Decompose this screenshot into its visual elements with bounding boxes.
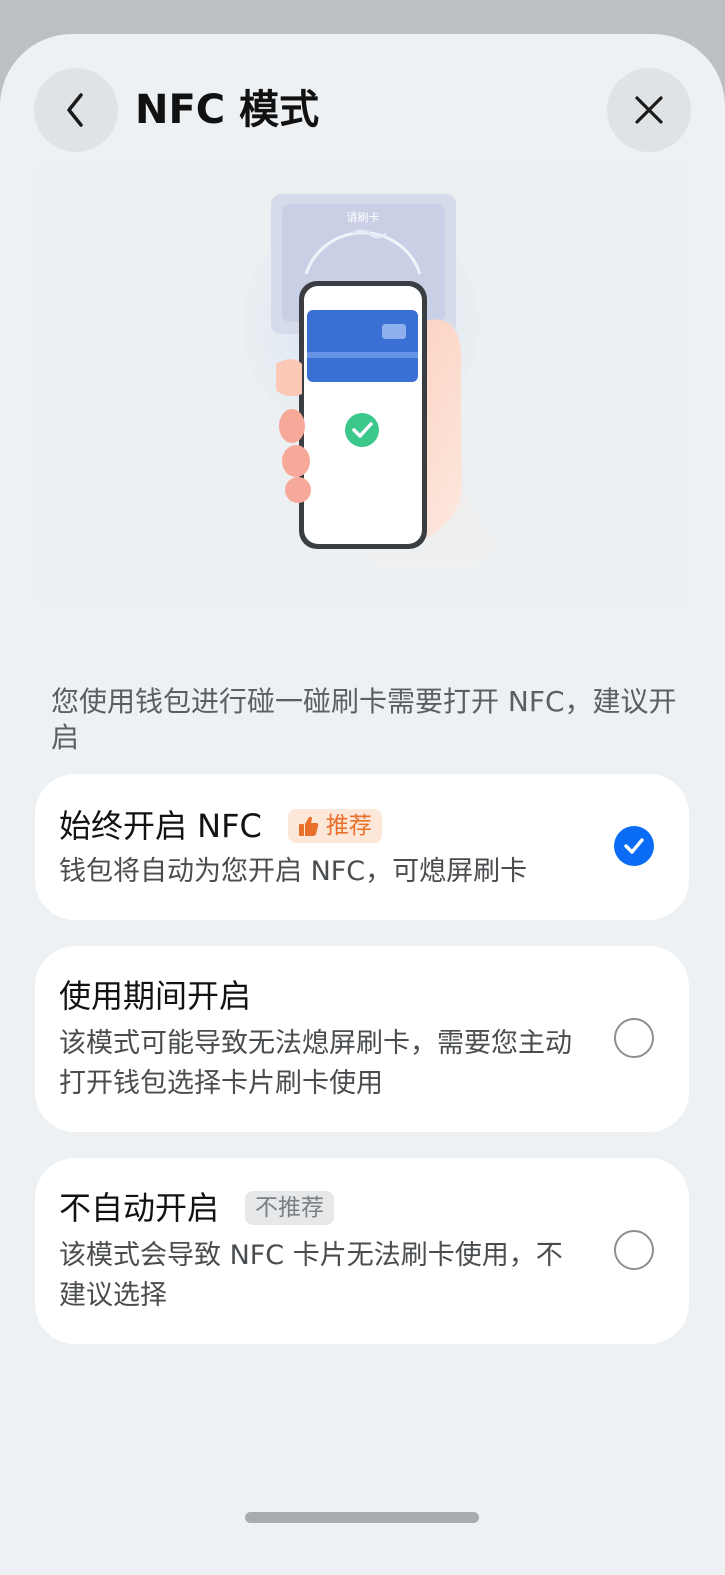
option-never[interactable]: 不自动开启 不推荐 该模式会导致 NFC 卡片无法刷卡使用，不建议选择 [35, 1158, 689, 1344]
thumbs-up-icon [298, 816, 319, 836]
option-title: 不自动开启 不推荐 [59, 1186, 335, 1230]
checkmark-icon [624, 838, 644, 854]
nfc-illustration: 请刷卡 [36, 164, 688, 604]
option-always-on[interactable]: 始终开启 NFC 推荐 钱包将自动为您开启 NFC，可熄屏刷卡 [35, 774, 689, 920]
chevron-left-icon [67, 93, 83, 127]
home-indicator[interactable] [245, 1512, 479, 1523]
radio-unselected[interactable] [614, 1230, 654, 1270]
radio-unselected[interactable] [614, 1018, 654, 1058]
bottom-sheet: NFC 模式 请刷卡 您使用钱包进行碰一碰刷卡需要打开 NFC，建议开启 始终开… [0, 34, 725, 1575]
back-button[interactable] [34, 68, 118, 152]
option-subtitle: 该模式会导致 NFC 卡片无法刷卡使用，不建议选择 [59, 1240, 563, 1311]
option-title: 使用期间开启 [59, 977, 252, 1015]
recommend-badge: 推荐 [287, 809, 382, 843]
reader-label: 请刷卡 [347, 211, 380, 224]
option-subtitle: 钱包将自动为您开启 NFC，可熄屏刷卡 [59, 856, 528, 887]
option-while-using[interactable]: 使用期间开启 该模式可能导致无法熄屏刷卡，需要您主动打开钱包选择卡片刷卡使用 [35, 946, 689, 1132]
option-subtitle: 该模式可能导致无法熄屏刷卡，需要您主动打开钱包选择卡片刷卡使用 [59, 1028, 572, 1099]
page-title: NFC 模式 [135, 87, 320, 133]
option-title: 始终开启 NFC 推荐 [59, 804, 382, 848]
close-icon [635, 96, 663, 124]
close-button[interactable] [607, 68, 691, 152]
not-recommend-badge: 不推荐 [245, 1191, 335, 1225]
description-text: 您使用钱包进行碰一碰刷卡需要打开 NFC，建议开启 [51, 685, 677, 754]
radio-selected[interactable] [614, 826, 654, 866]
phone-tap-illustration: 请刷卡 [243, 194, 506, 604]
